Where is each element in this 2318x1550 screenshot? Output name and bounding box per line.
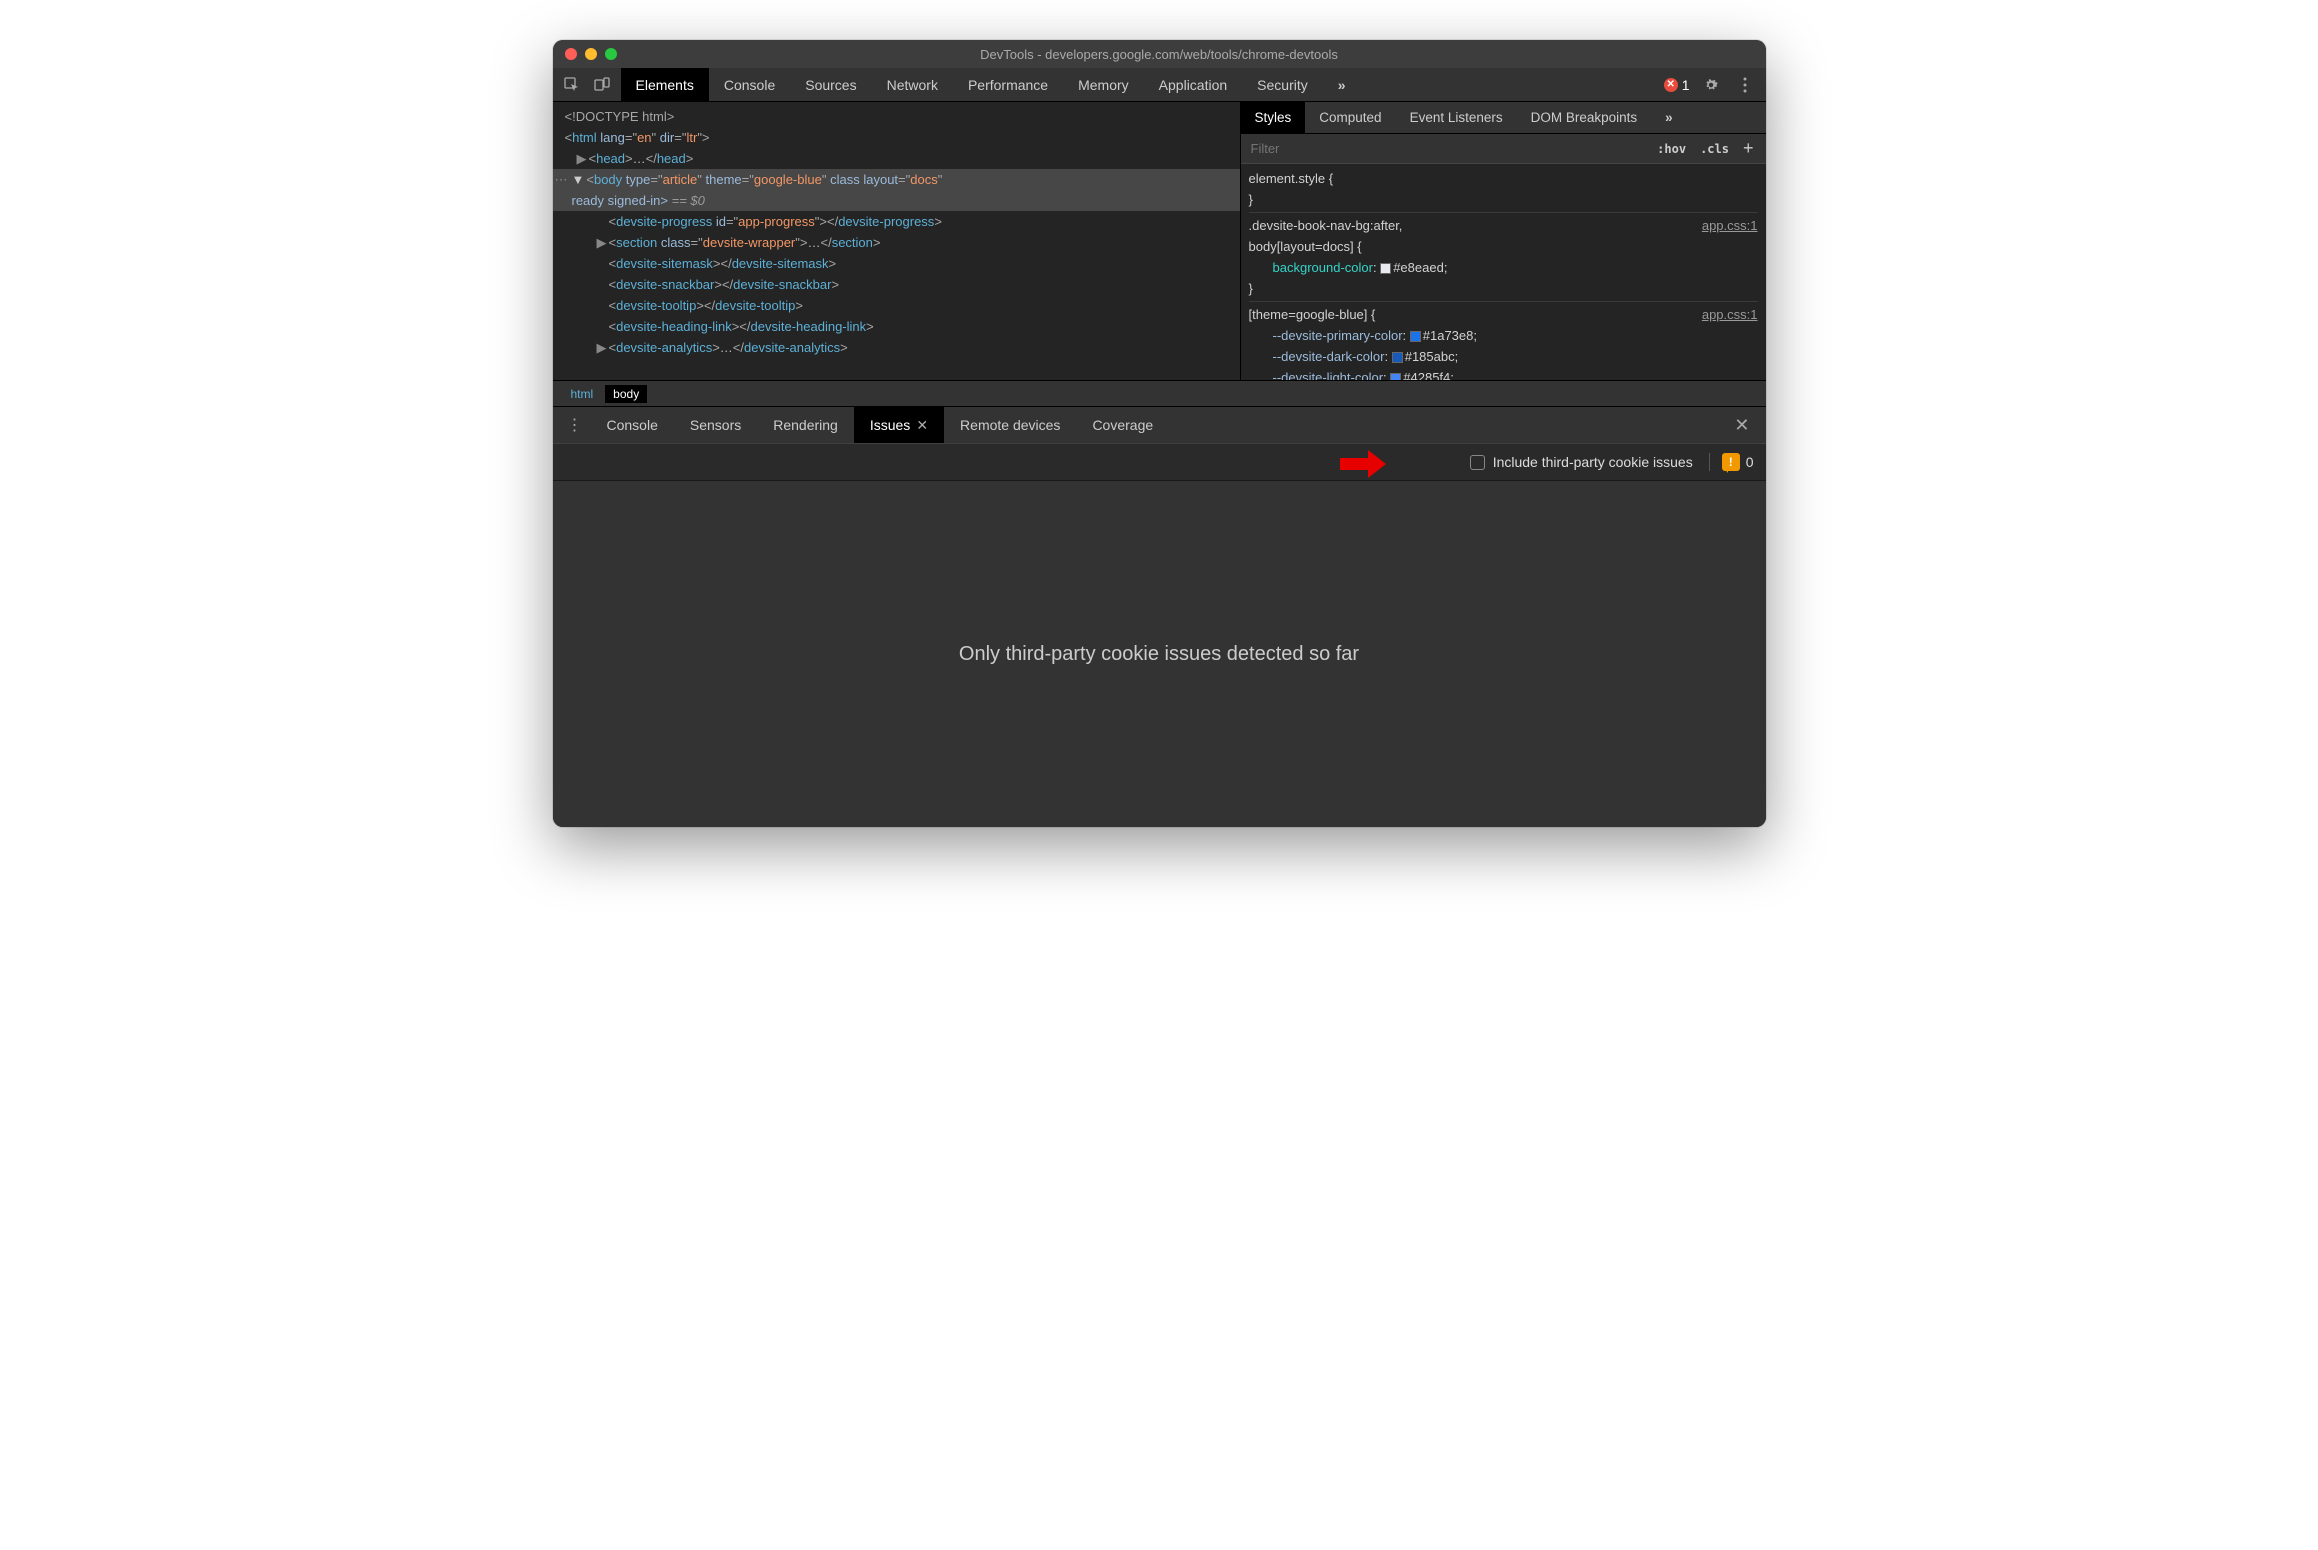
drawer: ⋮ Console Sensors Rendering Issues ✕ Rem…	[553, 406, 1766, 827]
drawer-tab-coverage[interactable]: Coverage	[1076, 407, 1169, 443]
tab-console[interactable]: Console	[709, 68, 790, 101]
drawer-tabs: ⋮ Console Sensors Rendering Issues ✕ Rem…	[553, 407, 1766, 443]
dom-tree[interactable]: <!DOCTYPE html> <html lang="en" dir="ltr…	[553, 102, 1240, 380]
dom-breadcrumbs: html body	[553, 380, 1766, 406]
styles-rules[interactable]: element.style { } app.css:1 .devsite-boo…	[1241, 164, 1766, 380]
drawer-tab-issues[interactable]: Issues ✕	[854, 407, 944, 443]
hov-button[interactable]: :hov	[1651, 140, 1692, 158]
doctype: <!DOCTYPE html>	[565, 109, 675, 124]
maximize-icon[interactable]	[605, 48, 617, 60]
include-third-party-checkbox[interactable]: Include third-party cookie issues	[1470, 454, 1693, 470]
traffic-lights	[553, 48, 617, 60]
color-swatch-icon[interactable]	[1392, 352, 1403, 363]
tab-network[interactable]: Network	[872, 68, 953, 101]
drawer-tab-rendering[interactable]: Rendering	[757, 407, 854, 443]
minimize-icon[interactable]	[585, 48, 597, 60]
color-swatch-icon[interactable]	[1390, 373, 1401, 380]
css-source-link[interactable]: app.css:1	[1702, 215, 1758, 236]
drawer-tab-remote-devices[interactable]: Remote devices	[944, 407, 1076, 443]
issues-toolbar: Include third-party cookie issues ! 0	[553, 443, 1766, 481]
styles-tabs: Styles Computed Event Listeners DOM Brea…	[1241, 102, 1766, 134]
inspect-icon[interactable]	[559, 72, 585, 98]
more-menu-icon[interactable]	[1732, 72, 1758, 98]
tab-dom-breakpoints[interactable]: DOM Breakpoints	[1517, 102, 1652, 133]
styles-filter-row: :hov .cls +	[1241, 134, 1766, 164]
drawer-more-icon[interactable]: ⋮	[559, 415, 591, 435]
more-tabs-icon[interactable]: »	[1323, 68, 1361, 101]
window-title: DevTools - developers.google.com/web/too…	[553, 47, 1766, 62]
error-count[interactable]: ✕ 1	[1664, 77, 1690, 93]
crumb-html[interactable]: html	[563, 385, 602, 403]
tab-sources[interactable]: Sources	[790, 68, 871, 101]
new-rule-icon[interactable]: +	[1737, 138, 1760, 159]
issue-count[interactable]: ! 0	[1709, 453, 1754, 471]
styles-panel: Styles Computed Event Listeners DOM Brea…	[1240, 102, 1766, 380]
main-tabs: Elements Console Sources Network Perform…	[621, 68, 1361, 101]
drawer-close-icon[interactable]: ✕	[1724, 415, 1759, 436]
drawer-tab-issues-label: Issues	[870, 417, 910, 433]
tab-event-listeners[interactable]: Event Listeners	[1396, 102, 1517, 133]
device-mode-icon[interactable]	[589, 72, 615, 98]
close-icon[interactable]: ✕	[916, 417, 928, 434]
styles-more-tabs-icon[interactable]: »	[1651, 102, 1687, 133]
tab-performance[interactable]: Performance	[953, 68, 1063, 101]
tab-memory[interactable]: Memory	[1063, 68, 1144, 101]
drawer-tab-console[interactable]: Console	[591, 407, 674, 443]
tab-elements[interactable]: Elements	[621, 68, 709, 101]
css-source-link[interactable]: app.css:1	[1702, 304, 1758, 325]
tab-application[interactable]: Application	[1144, 68, 1243, 101]
drawer-tab-sensors[interactable]: Sensors	[674, 407, 757, 443]
issues-body: Only third-party cookie issues detected …	[553, 481, 1766, 827]
issue-badge-icon: !	[1722, 453, 1740, 471]
color-swatch-icon[interactable]	[1410, 331, 1421, 342]
cls-button[interactable]: .cls	[1694, 140, 1735, 158]
styles-filter-input[interactable]	[1241, 141, 1652, 156]
tab-styles[interactable]: Styles	[1241, 102, 1306, 133]
issues-empty-message: Only third-party cookie issues detected …	[959, 643, 1359, 666]
selected-dom-node[interactable]: ⋯ ▼<body type="article" theme="google-bl…	[553, 169, 1240, 211]
checkbox-icon	[1470, 455, 1485, 470]
error-count-value: 1	[1682, 77, 1690, 93]
arrow-annotation-icon	[1338, 448, 1388, 485]
issue-count-value: 0	[1746, 454, 1754, 470]
settings-icon[interactable]	[1698, 72, 1724, 98]
main-toolbar: Elements Console Sources Network Perform…	[553, 68, 1766, 102]
crumb-body[interactable]: body	[605, 385, 647, 403]
error-icon: ✕	[1664, 78, 1678, 92]
devtools-window: DevTools - developers.google.com/web/too…	[553, 40, 1766, 827]
tab-computed[interactable]: Computed	[1305, 102, 1395, 133]
titlebar: DevTools - developers.google.com/web/too…	[553, 40, 1766, 68]
tab-security[interactable]: Security	[1242, 68, 1323, 101]
close-icon[interactable]	[565, 48, 577, 60]
checkbox-label: Include third-party cookie issues	[1493, 454, 1693, 470]
color-swatch-icon[interactable]	[1380, 263, 1391, 274]
elements-split: <!DOCTYPE html> <html lang="en" dir="ltr…	[553, 102, 1766, 380]
